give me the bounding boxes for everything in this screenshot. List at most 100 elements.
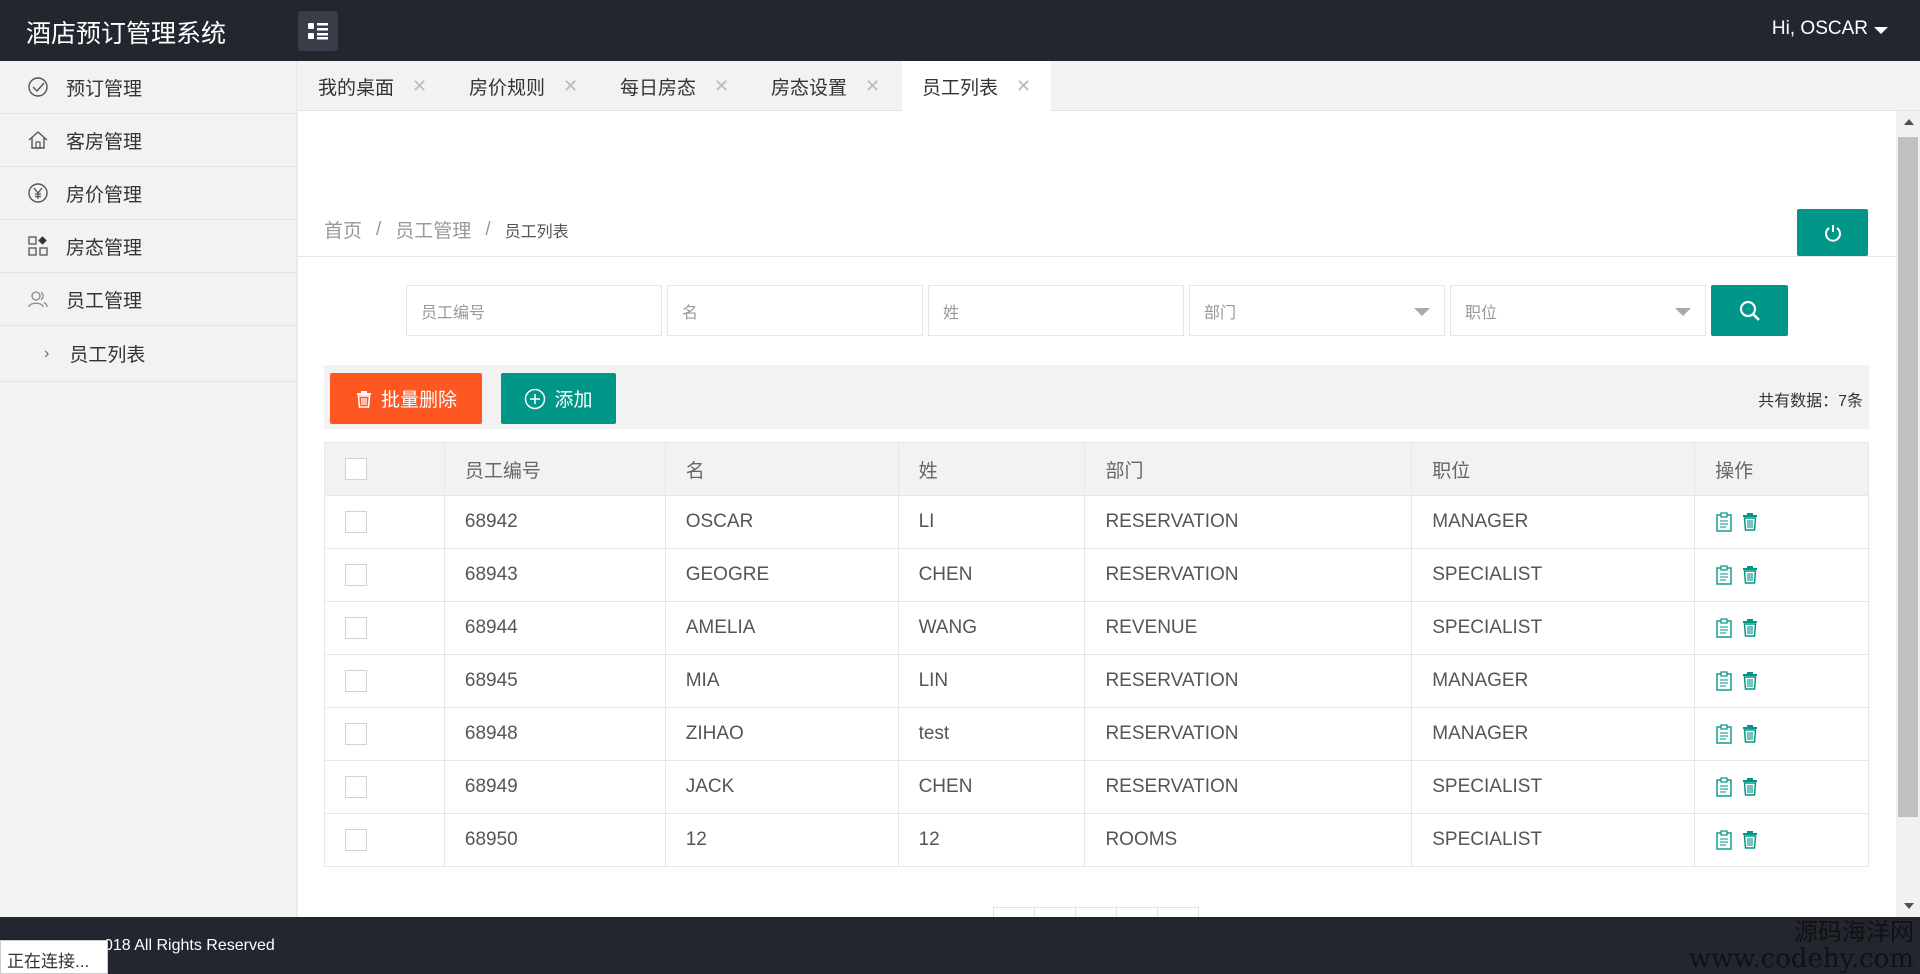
- delete-icon[interactable]: [1741, 724, 1759, 744]
- tab-rate-rules[interactable]: 房价规则 ✕: [449, 61, 598, 111]
- search-icon: [1739, 300, 1760, 321]
- edit-icon[interactable]: [1715, 777, 1733, 797]
- scroll-down-arrow-icon[interactable]: [1904, 903, 1914, 909]
- position-select[interactable]: 职位: [1450, 285, 1706, 336]
- app-title: 酒店预订管理系统: [26, 20, 227, 48]
- employee-id-cell: 68948: [443, 707, 666, 761]
- last-name-cell: 12: [897, 813, 1086, 867]
- row-select-cell: [324, 495, 445, 549]
- refresh-button[interactable]: [1797, 209, 1868, 256]
- last-name-cell: LIN: [897, 654, 1086, 708]
- sidebar-subitem-staff-list[interactable]: › 员工列表: [0, 326, 296, 382]
- breadcrumb-home[interactable]: 首页: [324, 216, 362, 243]
- sidebar-item-label: 预订管理: [66, 78, 143, 100]
- row-checkbox[interactable]: [345, 510, 367, 533]
- close-icon[interactable]: ✕: [412, 76, 427, 97]
- column-header: 姓: [897, 442, 1086, 496]
- user-greeting: Hi, OSCAR: [1771, 18, 1868, 39]
- sidebar-item-room-status[interactable]: 房态管理: [0, 220, 296, 273]
- edit-icon[interactable]: [1715, 512, 1733, 532]
- placeholder: 部门: [1204, 304, 1237, 322]
- chevron-right-icon: ›: [44, 344, 50, 362]
- close-icon[interactable]: ✕: [563, 76, 578, 97]
- tab-status-settings[interactable]: 房态设置 ✕: [751, 61, 900, 111]
- row-select-cell: [324, 760, 445, 814]
- sidebar-item-reservation[interactable]: 预订管理: [0, 61, 296, 114]
- column-header: 职位: [1411, 442, 1696, 496]
- select-all-checkbox[interactable]: [345, 457, 367, 480]
- delete-icon[interactable]: [1741, 671, 1759, 691]
- first-name-cell: AMELIA: [664, 601, 899, 655]
- actions-cell: [1694, 495, 1869, 549]
- first-name-input[interactable]: 名: [667, 285, 923, 336]
- tab-daily-status[interactable]: 每日房态 ✕: [600, 61, 749, 111]
- employee-id-cell: 68943: [443, 548, 666, 602]
- actions-cell: [1694, 707, 1869, 761]
- first-name-cell: GEOGRE: [664, 548, 899, 602]
- row-checkbox[interactable]: [345, 775, 367, 798]
- status-popup: 正在连接...: [0, 940, 108, 974]
- total-count: 共有数据：7条: [1758, 393, 1863, 410]
- table-row: 68948 ZIHAO test RESERVATION MANAGER: [324, 707, 1869, 761]
- yen-icon: [26, 181, 50, 205]
- scroll-thumb[interactable]: [1898, 137, 1918, 817]
- position-cell: SPECIALIST: [1411, 760, 1696, 814]
- batch-delete-label: 批量删除: [380, 390, 457, 411]
- table-row: 68945 MIA LIN RESERVATION MANAGER: [324, 654, 1869, 708]
- breadcrumb-section[interactable]: 员工管理: [395, 216, 471, 243]
- first-name-cell: MIA: [664, 654, 899, 708]
- edit-icon[interactable]: [1715, 618, 1733, 638]
- department-select[interactable]: 部门: [1189, 285, 1445, 336]
- sidebar-item-rates[interactable]: 房价管理: [0, 167, 296, 220]
- close-icon[interactable]: ✕: [714, 76, 729, 97]
- placeholder: 职位: [1465, 304, 1498, 322]
- delete-icon[interactable]: [1741, 565, 1759, 585]
- edit-icon[interactable]: [1715, 671, 1733, 691]
- delete-icon[interactable]: [1741, 618, 1759, 638]
- tab-desktop[interactable]: 我的桌面 ✕: [298, 61, 447, 111]
- batch-delete-button[interactable]: 批量删除: [330, 373, 482, 424]
- row-checkbox[interactable]: [345, 828, 367, 851]
- plus-circle-icon: [525, 388, 546, 409]
- tab-staff-list[interactable]: 员工列表 ✕: [902, 61, 1051, 111]
- row-checkbox[interactable]: [345, 669, 367, 692]
- sidebar-item-staff[interactable]: 员工管理: [0, 273, 296, 326]
- row-checkbox[interactable]: [345, 563, 367, 586]
- breadcrumb: 首页 / 员工管理 / 员工列表: [324, 216, 569, 243]
- close-icon[interactable]: ✕: [865, 76, 880, 97]
- close-icon[interactable]: ✕: [1016, 76, 1031, 97]
- watermark-line1: 源码海洋网: [1794, 918, 1914, 946]
- edit-icon[interactable]: [1715, 565, 1733, 585]
- delete-icon[interactable]: [1741, 830, 1759, 850]
- last-name-cell: CHEN: [897, 548, 1086, 602]
- actions-cell: [1694, 760, 1869, 814]
- breadcrumb-current: 员工列表: [504, 223, 569, 241]
- placeholder: 员工编号: [421, 304, 486, 322]
- position-cell: SPECIALIST: [1411, 601, 1696, 655]
- last-name-input[interactable]: 姓: [928, 285, 1184, 336]
- scrollbar[interactable]: [1896, 111, 1920, 917]
- home-icon: [26, 128, 50, 152]
- row-checkbox[interactable]: [345, 722, 367, 745]
- refresh-icon: [1824, 224, 1841, 242]
- list-icon: [308, 23, 328, 40]
- edit-icon[interactable]: [1715, 724, 1733, 744]
- row-checkbox[interactable]: [345, 616, 367, 639]
- employee-id-input[interactable]: 员工编号: [406, 285, 662, 336]
- employee-id-cell: 68945: [443, 654, 666, 708]
- delete-icon[interactable]: [1741, 512, 1759, 532]
- table-header-row: 员工编号 名 姓 部门 职位 操作: [324, 442, 1869, 496]
- trash-icon: [356, 390, 371, 408]
- edit-icon[interactable]: [1715, 830, 1733, 850]
- scroll-up-arrow-icon[interactable]: [1904, 119, 1914, 125]
- delete-icon[interactable]: [1741, 777, 1759, 797]
- table-row: 68944 AMELIA WANG REVENUE SPECIALIST: [324, 601, 1869, 655]
- search-button[interactable]: [1711, 285, 1788, 336]
- position-cell: MANAGER: [1411, 707, 1696, 761]
- user-menu[interactable]: Hi, OSCAR: [1772, 18, 1888, 40]
- sidebar-item-rooms[interactable]: 客房管理: [0, 114, 296, 167]
- table-row: 68949 JACK CHEN RESERVATION SPECIALIST: [324, 760, 1869, 814]
- sidebar-subitem-label: 员工列表: [69, 345, 146, 366]
- menu-toggle-button[interactable]: [298, 11, 338, 51]
- add-button[interactable]: 添加: [501, 373, 616, 424]
